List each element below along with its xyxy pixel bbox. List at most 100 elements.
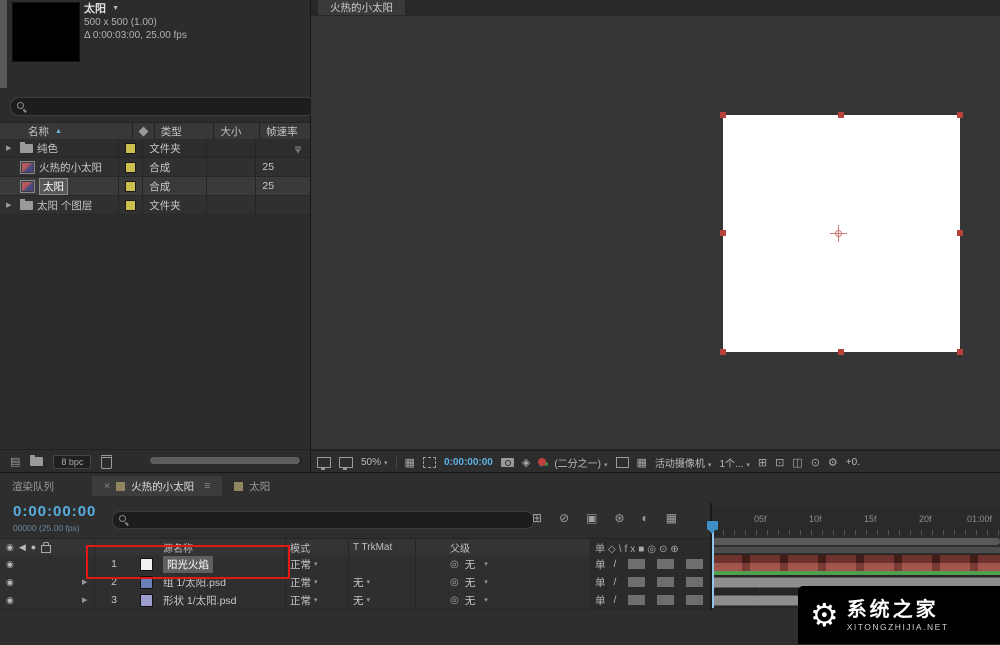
grid-options-icon[interactable]: ▦ [405, 456, 415, 469]
blend-mode-select[interactable]: 正常▾ [285, 573, 348, 591]
selection-handle[interactable] [720, 230, 726, 236]
solo-icon[interactable]: ● [31, 542, 36, 552]
column-header-size[interactable]: 大小 [213, 123, 259, 140]
magnification-select[interactable]: 50%▾ [361, 457, 388, 468]
composition-canvas[interactable] [311, 16, 1000, 449]
resolution-select[interactable]: (二分之一)▾ [554, 455, 607, 470]
motion-blur-icon[interactable]: ◐ [642, 511, 649, 525]
panel-grip[interactable] [0, 0, 7, 88]
time-navigator-bar[interactable] [712, 538, 1000, 545]
mask-visibility-icon[interactable] [423, 457, 436, 468]
fast-preview-icon[interactable]: ⊡ [775, 456, 784, 469]
delete-icon[interactable] [101, 455, 112, 469]
snapshot-icon[interactable] [501, 458, 514, 467]
switch-block[interactable] [686, 595, 703, 605]
selection-handle[interactable] [838, 349, 844, 355]
label-color-swatch[interactable] [125, 162, 136, 173]
label-color-swatch[interactable] [125, 200, 136, 211]
quality-switch[interactable]: / [614, 576, 617, 588]
column-header-name[interactable]: 名称 ▲ [0, 123, 132, 140]
switch-block[interactable] [657, 595, 674, 605]
scrollbar-thumb[interactable] [150, 457, 300, 464]
layer-row-1[interactable]: ◉ 1 阳光火焰 正常▾ ◎无▾ 单/ [0, 555, 711, 574]
switches-column-header[interactable]: 单◇\fx■◎⊙⊕ [590, 539, 711, 555]
exposure-gear-icon[interactable]: ⚙ [828, 456, 838, 469]
tab-render-queue[interactable]: 渲染队列 [0, 476, 66, 496]
flowchart-icon[interactable]: ⊙ [811, 456, 820, 469]
twisty-icon[interactable]: ▶ [6, 201, 16, 209]
timeline-search-input[interactable] [134, 514, 527, 527]
region-of-interest-icon[interactable] [616, 457, 629, 468]
twisty-icon[interactable]: ▶ [6, 144, 16, 152]
trkmat-select[interactable]: 无▾ [348, 573, 415, 591]
trkmat-column-header[interactable]: T TrkMat [348, 539, 415, 555]
project-item-row[interactable]: ▶ 太阳 个图层 文件夹 [0, 196, 310, 215]
layer-color-swatch[interactable] [140, 576, 153, 589]
switch-block[interactable] [686, 559, 703, 569]
selection-handle[interactable] [957, 349, 963, 355]
time-ruler[interactable]: 05f 10f 15f 20f 01:00f [712, 506, 1000, 537]
layer1-duration-bar[interactable] [712, 563, 1000, 571]
interpret-footage-icon[interactable]: ▤ [10, 455, 20, 468]
project-search-input[interactable] [32, 100, 309, 113]
selection-handle[interactable] [838, 112, 844, 118]
anchor-point[interactable] [830, 225, 847, 242]
twisty-icon[interactable]: ▶ [82, 596, 92, 604]
menu-icon[interactable]: ≡ [204, 480, 210, 492]
eye-icon[interactable]: ◉ [6, 542, 14, 553]
primary-viewer-icon[interactable] [339, 457, 353, 468]
frame-blend-icon[interactable]: ⊛ [614, 511, 624, 525]
layer-switches[interactable]: 单/ [590, 573, 711, 591]
caret-down-icon[interactable]: ▼ [112, 5, 119, 12]
timeline-current-time[interactable]: 0:00:00:00 [13, 503, 96, 520]
draft-3d-icon[interactable]: ⊘ [559, 511, 569, 525]
trkmat-select[interactable]: 无▾ [348, 591, 415, 609]
selection-handle[interactable] [957, 230, 963, 236]
twisty-icon[interactable]: ▶ [82, 578, 92, 586]
playhead-line[interactable] [712, 529, 714, 608]
layer-name-cell[interactable]: 阳光火焰 [159, 555, 285, 573]
source-name-header[interactable]: 源名称 [159, 539, 285, 555]
parent-column-header[interactable]: 父级 [415, 539, 590, 555]
column-header-label[interactable] [132, 123, 154, 140]
lock-icon[interactable] [41, 545, 51, 553]
project-bit-depth-button[interactable]: 8 bpc [53, 455, 91, 469]
pixel-aspect-icon[interactable]: ⊞ [758, 456, 767, 469]
view-layout-select[interactable]: 1个...▾ [719, 455, 749, 470]
tab-comp-other[interactable]: 太阳 [222, 476, 282, 496]
parent-select[interactable]: ◎无▾ [415, 555, 590, 573]
eye-icon[interactable]: ◉ [6, 559, 14, 570]
project-scrollbar[interactable] [150, 457, 302, 464]
switch-block[interactable] [657, 559, 674, 569]
switch-block[interactable] [628, 559, 645, 569]
blend-mode-select[interactable]: 正常▾ [285, 591, 348, 609]
current-time-display[interactable]: 0:00:00:00 [444, 457, 493, 468]
layer-name-cell[interactable]: 组 1/太阳.psd [159, 573, 285, 591]
blend-mode-select[interactable]: 正常▾ [285, 555, 348, 573]
pickwhip-icon[interactable]: ◎ [450, 595, 459, 606]
project-item-row[interactable]: ▶ 火热的小太阳 合成 25 [0, 158, 310, 177]
comp-mini-flowchart-icon[interactable]: ⊞ [532, 511, 542, 525]
switch-block[interactable] [628, 595, 645, 605]
work-area-bar[interactable] [712, 547, 1000, 553]
layer-name-cell[interactable]: 形状 1/太阳.psd [159, 591, 285, 609]
shy-switch[interactable]: 单 [595, 593, 606, 608]
eye-icon[interactable]: ◉ [6, 595, 14, 606]
viewer-tab[interactable]: 火热的小太阳 [318, 0, 405, 15]
quality-switch[interactable]: / [614, 558, 617, 570]
layer-color-swatch[interactable] [140, 594, 153, 607]
switch-block[interactable] [686, 577, 703, 587]
show-snapshot-icon[interactable]: ◈ [522, 456, 530, 469]
project-item-row-selected[interactable]: ▶ 太阳 合成 25 [0, 177, 310, 196]
layer-row-3[interactable]: ◉ ▶ 3 形状 1/太阳.psd 正常▾ 无▾ ◎无▾ 单/ [0, 591, 711, 610]
timeline-search[interactable] [112, 511, 534, 529]
switch-block[interactable] [628, 577, 645, 587]
mode-column-header[interactable]: 模式 [285, 539, 348, 555]
parent-select[interactable]: ◎无▾ [415, 591, 590, 609]
layer-color-swatch[interactable] [140, 558, 153, 571]
timeline-button-icon[interactable]: ◫ [792, 456, 802, 469]
quality-switch[interactable]: / [614, 594, 617, 606]
pickwhip-icon[interactable]: ◎ [450, 559, 459, 570]
column-header-type[interactable]: 类型 [154, 123, 214, 140]
always-preview-icon[interactable] [317, 457, 331, 468]
